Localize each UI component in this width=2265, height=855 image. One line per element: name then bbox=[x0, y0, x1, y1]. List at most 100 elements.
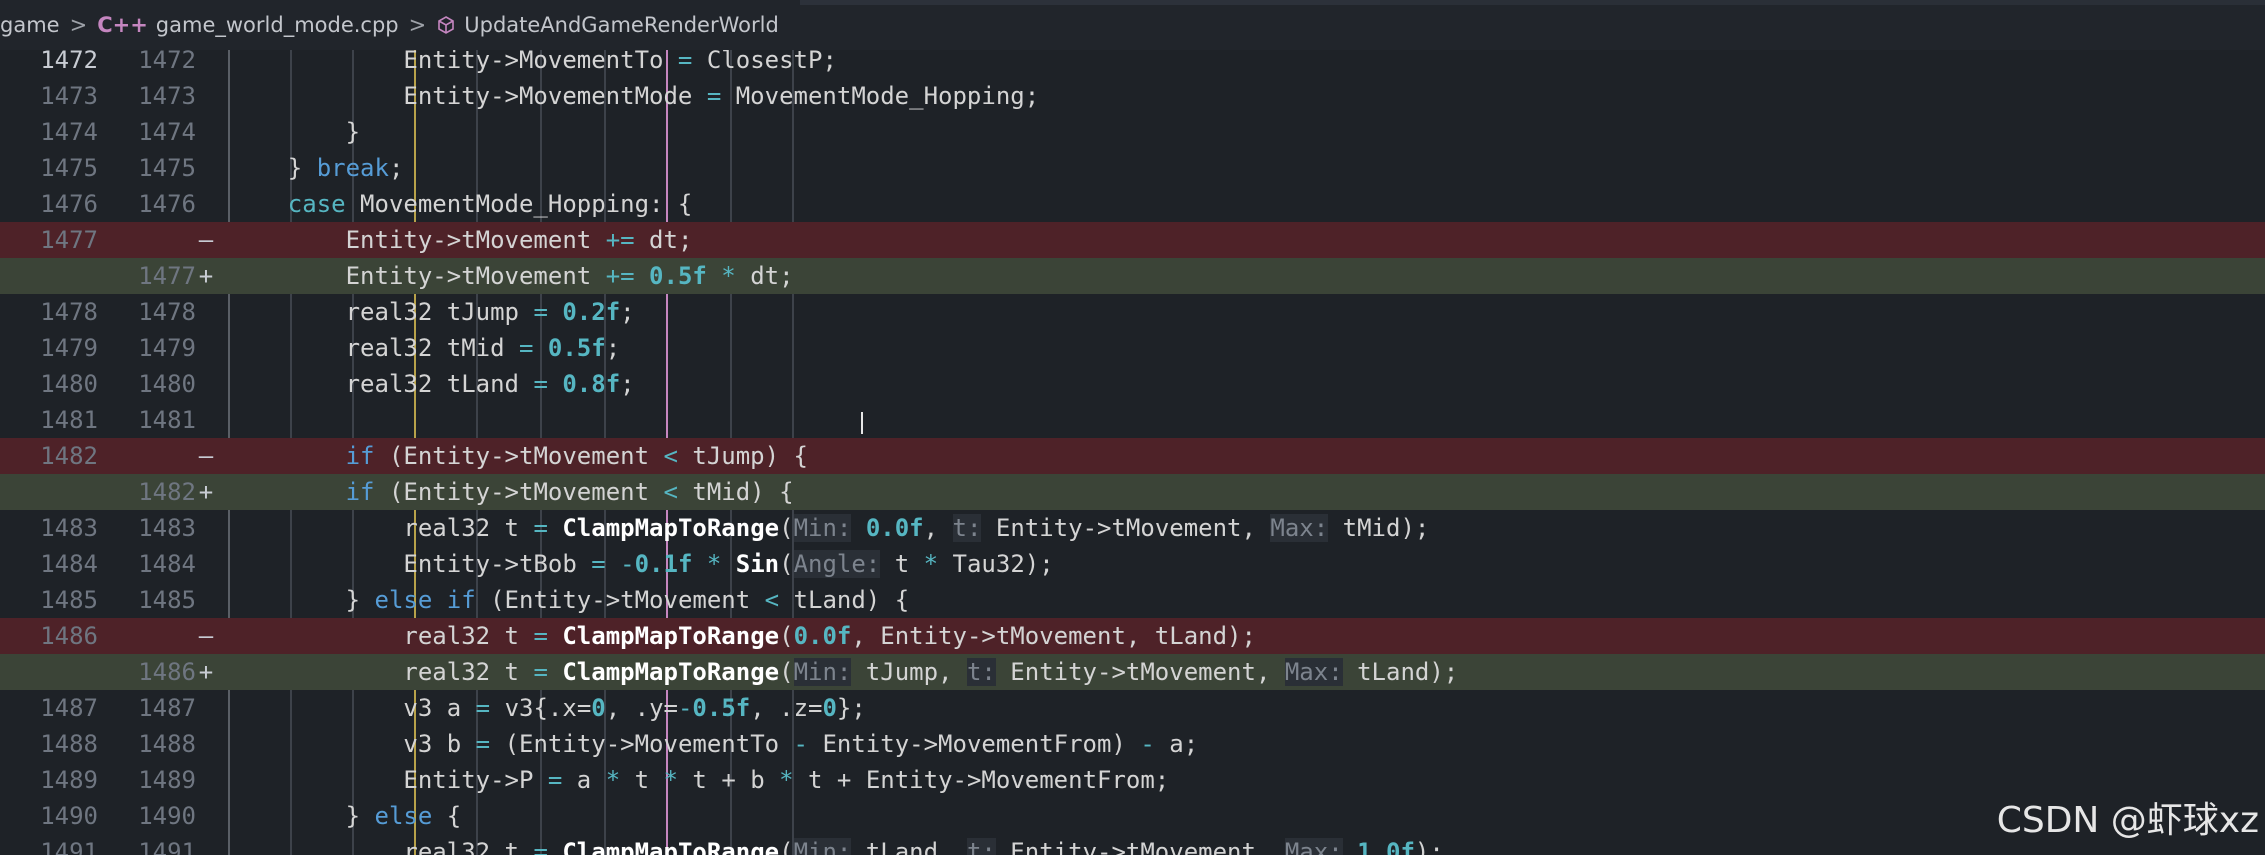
code-text[interactable]: } bbox=[230, 114, 360, 150]
line-number-modified: 1472 bbox=[138, 50, 196, 74]
diff-line[interactable]: 1480 1480 real32 tLand = 0.8f; bbox=[0, 366, 2265, 402]
line-number-original: 1484 bbox=[40, 550, 98, 578]
diff-line[interactable]: 1490 1490 } else { bbox=[0, 798, 2265, 834]
chevron-right-icon: > bbox=[69, 13, 88, 37]
line-number-original: 1473 bbox=[40, 82, 98, 110]
diff-line[interactable]: 1475 1475 } break; bbox=[0, 150, 2265, 186]
code-text[interactable]: Entity->tMovement += 0.5f * dt; bbox=[230, 258, 794, 294]
line-number-modified: 1478 bbox=[138, 298, 196, 326]
code-text[interactable]: real32 t = ClampMapToRange(Min: tLand, t… bbox=[230, 834, 1444, 855]
diff-line[interactable]: 1473 1473 Entity->MovementMode = Movement… bbox=[0, 78, 2265, 114]
text-cursor bbox=[861, 412, 863, 434]
code-text[interactable]: real32 t = ClampMapToRange(Min: tJump, t… bbox=[230, 654, 1458, 690]
line-number-modified: 1480 bbox=[138, 370, 196, 398]
code-text[interactable]: } else { bbox=[230, 798, 462, 834]
code-text[interactable]: v3 b = (Entity->MovementTo - Entity->Mov… bbox=[230, 726, 1198, 762]
code-text[interactable]: Entity->tMovement += dt; bbox=[230, 222, 693, 258]
diff-line[interactable]: 1478 1478 real32 tJump = 0.2f; bbox=[0, 294, 2265, 330]
code-text[interactable]: real32 tJump = 0.2f; bbox=[230, 294, 635, 330]
line-number-modified: 1481 bbox=[138, 406, 196, 434]
cpp-file-icon: C++ bbox=[97, 13, 148, 37]
diff-line-removed[interactable]: 1482 — if (Entity->tMovement < tJump) { bbox=[0, 438, 2265, 474]
diff-line-added[interactable]: 1486 + real32 t = ClampMapToRange(Min: tJ… bbox=[0, 654, 2265, 690]
plus-icon: + bbox=[198, 262, 214, 290]
minus-icon: — bbox=[198, 226, 214, 254]
breadcrumb-symbol[interactable]: UpdateAndGameRenderWorld bbox=[464, 13, 779, 37]
diff-line[interactable]: 1488 1488 v3 b = (Entity->MovementTo - En… bbox=[0, 726, 2265, 762]
line-number-original: 1485 bbox=[40, 586, 98, 614]
line-number-original: 1488 bbox=[40, 730, 98, 758]
code-text[interactable]: real32 t = ClampMapToRange(Min: 0.0f, t:… bbox=[230, 510, 1429, 546]
diff-editor[interactable]: 1472 1472 Entity->MovementTo = ClosestP; 1… bbox=[0, 50, 2265, 855]
code-text[interactable]: } break; bbox=[230, 150, 404, 186]
code-text[interactable]: Entity->MovementMode = MovementMode_Hopp… bbox=[230, 78, 1039, 114]
line-number-original: 1479 bbox=[40, 334, 98, 362]
diff-line-removed[interactable]: 1486 — real32 t = ClampMapToRange(0.0f, E… bbox=[0, 618, 2265, 654]
diff-line[interactable]: 1491 1491 real32 t = ClampMapToRange(Min:… bbox=[0, 834, 2265, 855]
line-number-modified: 1474 bbox=[138, 118, 196, 146]
code-text[interactable]: real32 tLand = 0.8f; bbox=[230, 366, 635, 402]
code-text[interactable]: case MovementMode_Hopping: { bbox=[230, 186, 693, 222]
line-number-original: 1490 bbox=[40, 802, 98, 830]
line-number-original: 1487 bbox=[40, 694, 98, 722]
diff-line[interactable]: 1479 1479 real32 tMid = 0.5f; bbox=[0, 330, 2265, 366]
code-text[interactable]: real32 t = ClampMapToRange(0.0f, Entity-… bbox=[230, 618, 1256, 654]
line-number-original: 1478 bbox=[40, 298, 98, 326]
code-text[interactable]: v3 a = v3{.x=0, .y=-0.5f, .z=0}; bbox=[230, 690, 865, 726]
tab-strip bbox=[800, 0, 1380, 5]
code-text[interactable]: Entity->tBob = -0.1f * Sin(Angle: t * Ta… bbox=[230, 546, 1054, 582]
line-number-modified: 1483 bbox=[138, 514, 196, 542]
line-number-modified: 1489 bbox=[138, 766, 196, 794]
line-number-modified: 1485 bbox=[138, 586, 196, 614]
line-number-modified: 1484 bbox=[138, 550, 196, 578]
breadcrumb-folder[interactable]: game bbox=[0, 13, 60, 37]
code-text[interactable]: Entity->MovementTo = ClosestP; bbox=[230, 50, 837, 78]
line-number-modified: 1488 bbox=[138, 730, 196, 758]
diff-line[interactable]: 1483 1483 real32 t = ClampMapToRange(Min:… bbox=[0, 510, 2265, 546]
line-number-modified: 1482 bbox=[138, 478, 196, 506]
diff-line[interactable]: 1474 1474 } bbox=[0, 114, 2265, 150]
diff-line[interactable]: 1481 1481 bbox=[0, 402, 2265, 438]
line-number-original: 1477 bbox=[40, 226, 98, 254]
diff-line[interactable]: 1485 1485 } else if (Entity->tMovement < … bbox=[0, 582, 2265, 618]
line-number-modified: 1479 bbox=[138, 334, 196, 362]
line-number-modified: 1473 bbox=[138, 82, 196, 110]
diff-line-added[interactable]: 1477 + Entity->tMovement += 0.5f * dt; bbox=[0, 258, 2265, 294]
line-number-original: 1489 bbox=[40, 766, 98, 794]
line-number-original: 1491 bbox=[40, 838, 98, 855]
minus-icon: — bbox=[198, 622, 214, 650]
chevron-right-icon: > bbox=[408, 13, 427, 37]
code-text[interactable]: } else if (Entity->tMovement < tLand) { bbox=[230, 582, 910, 618]
diff-line[interactable]: 1476 1476 case MovementMode_Hopping: { bbox=[0, 186, 2265, 222]
line-number-original: 1481 bbox=[40, 406, 98, 434]
line-number-original: 1472 bbox=[40, 50, 98, 74]
diff-line[interactable]: 1484 1484 Entity->tBob = -0.1f * Sin(Angl… bbox=[0, 546, 2265, 582]
minus-icon: — bbox=[198, 442, 214, 470]
line-number-modified: 1475 bbox=[138, 154, 196, 182]
line-number-modified: 1486 bbox=[138, 658, 196, 686]
diff-line[interactable]: 1487 1487 v3 a = v3{.x=0, .y=-0.5f, .z=0}… bbox=[0, 690, 2265, 726]
line-number-original: 1483 bbox=[40, 514, 98, 542]
line-number-original: 1480 bbox=[40, 370, 98, 398]
breadcrumb-file[interactable]: game_world_mode.cpp bbox=[156, 13, 399, 37]
line-number-original: 1474 bbox=[40, 118, 98, 146]
code-text[interactable]: if (Entity->tMovement < tMid) { bbox=[230, 474, 794, 510]
diff-line-added[interactable]: 1482 + if (Entity->tMovement < tMid) { bbox=[0, 474, 2265, 510]
line-number-modified: 1476 bbox=[138, 190, 196, 218]
line-number-modified: 1477 bbox=[138, 262, 196, 290]
line-number-modified: 1491 bbox=[138, 838, 196, 855]
line-number-original: 1475 bbox=[40, 154, 98, 182]
line-number-original: 1482 bbox=[40, 442, 98, 470]
diff-line-removed[interactable]: 1477 — Entity->tMovement += dt; bbox=[0, 222, 2265, 258]
code-text[interactable]: if (Entity->tMovement < tJump) { bbox=[230, 438, 808, 474]
watermark: CSDN @虾球xz bbox=[1996, 800, 2259, 841]
code-text[interactable]: real32 tMid = 0.5f; bbox=[230, 330, 621, 366]
breadcrumb: game > C++ game_world_mode.cpp > UpdateA… bbox=[0, 0, 2265, 50]
diff-line[interactable]: 1489 1489 Entity->P = a * t * t + b * t +… bbox=[0, 762, 2265, 798]
plus-icon: + bbox=[198, 478, 214, 506]
plus-icon: + bbox=[198, 658, 214, 686]
line-number-original: 1476 bbox=[40, 190, 98, 218]
line-number-modified: 1490 bbox=[138, 802, 196, 830]
diff-line[interactable]: 1472 1472 Entity->MovementTo = ClosestP; bbox=[0, 50, 2265, 78]
code-text[interactable]: Entity->P = a * t * t + b * t + Entity->… bbox=[230, 762, 1169, 798]
